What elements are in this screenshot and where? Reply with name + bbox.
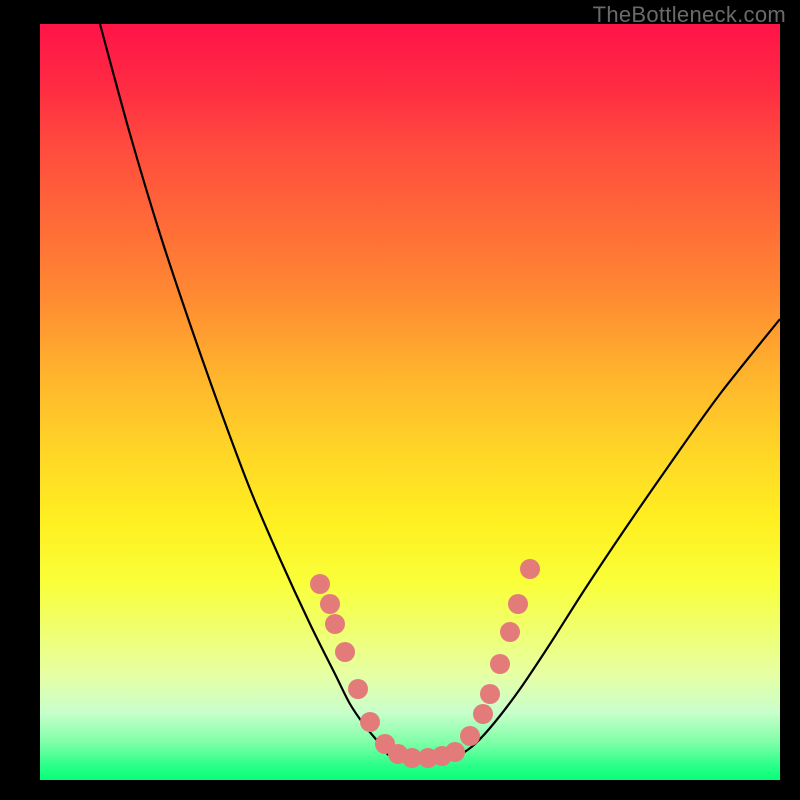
highlight-dot xyxy=(520,559,540,579)
chart-container: TheBottleneck.com xyxy=(0,0,800,800)
highlight-dot xyxy=(335,642,355,662)
highlight-dot xyxy=(480,684,500,704)
plot-area xyxy=(40,24,780,780)
highlight-markers xyxy=(310,559,540,768)
highlight-dot xyxy=(310,574,330,594)
highlight-dot xyxy=(473,704,493,724)
highlight-dot xyxy=(490,654,510,674)
highlight-dot xyxy=(360,712,380,732)
highlight-dot xyxy=(348,679,368,699)
highlight-dot xyxy=(320,594,340,614)
highlight-dot xyxy=(500,622,520,642)
curve-overlay xyxy=(40,24,780,780)
highlight-dot xyxy=(460,726,480,746)
watermark-text: TheBottleneck.com xyxy=(593,2,786,28)
bottleneck-curve xyxy=(100,24,780,758)
highlight-dot xyxy=(325,614,345,634)
highlight-dot xyxy=(445,742,465,762)
highlight-dot xyxy=(508,594,528,614)
v-curve-path xyxy=(100,24,780,758)
